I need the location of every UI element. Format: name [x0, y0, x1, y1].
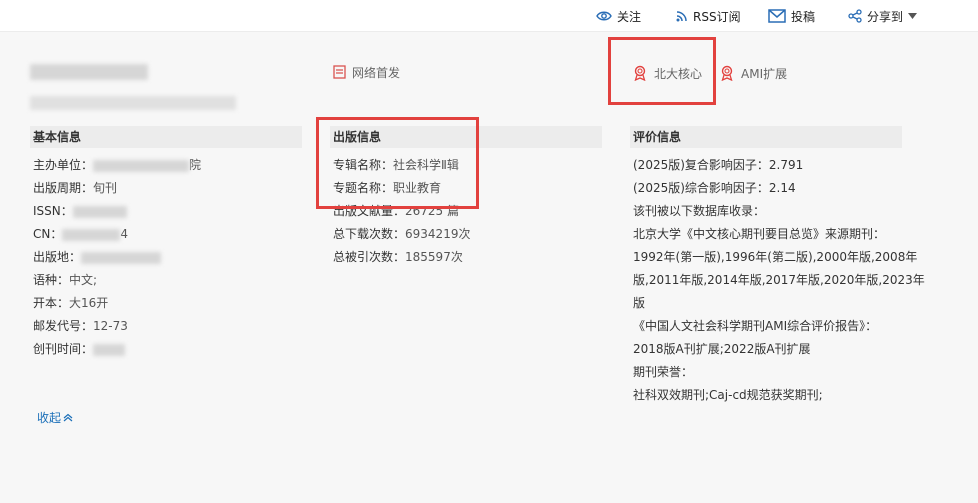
row-value: 4 — [120, 227, 128, 241]
eval-line: (2025版)综合影响因子：2.14 — [633, 181, 796, 195]
eval-line: 版,2011年版,2014年版,2017年版,2020年版,2023年 — [633, 273, 925, 287]
journal-subtitle-blurred — [30, 96, 236, 110]
basic-row-format: 开本：大16开 — [33, 294, 108, 312]
basic-row-period: 出版周期：旬刊 — [33, 179, 117, 197]
pub-row-count: 出版文献量：26725 篇 — [333, 202, 459, 220]
pku-core-badge: 北大核心 — [632, 64, 702, 82]
document-icon — [333, 65, 346, 79]
award-icon — [634, 65, 646, 81]
basic-row-cn: CN： 4 — [33, 225, 128, 243]
row-key: 语种： — [33, 273, 70, 287]
eval-line: 该刊被以下数据库收录： — [633, 204, 766, 218]
ami-ext-label: AMI扩展 — [741, 66, 788, 81]
pub-row-downloads: 总下载次数：6934219次 — [333, 225, 470, 243]
caret-down-icon — [908, 13, 918, 19]
row-key: 出版周期： — [33, 181, 94, 195]
envelope-icon — [768, 9, 786, 23]
eval-line: 北京大学《中文核心期刊要目总览》来源期刊： — [633, 227, 886, 241]
eval-line: 2018版A刊扩展;2022版A刊扩展 — [633, 342, 811, 356]
network-first-badge: 网络首发 — [333, 63, 400, 81]
issn-blurred — [72, 205, 127, 218]
eval-line: 社科双效期刊;Caj-cd规范获奖期刊; — [633, 388, 823, 402]
row-key: 出版文献量： — [333, 204, 406, 218]
row-value: 旬刊 — [93, 181, 118, 195]
basic-row-founded: 创刊时间： — [33, 340, 126, 358]
row-key: 专题名称： — [333, 181, 394, 195]
row-value: 26725 篇 — [405, 204, 460, 218]
row-key: 出版地： — [33, 250, 82, 264]
basic-info-title: 基本信息 — [33, 130, 82, 144]
pku-core-label: 北大核心 — [654, 66, 703, 81]
share-icon — [848, 9, 862, 23]
rss-button[interactable]: RSS订阅 — [676, 6, 741, 26]
basic-row-issn: ISSN： — [33, 202, 127, 220]
eval-line: 1992年(第一版),1996年(第二版),2000年版,2008年 — [633, 250, 918, 264]
place-blurred — [81, 251, 162, 264]
row-key: 邮发代号： — [33, 319, 94, 333]
eval-info-header: 评价信息 — [630, 126, 902, 148]
share-label: 分享到 — [867, 9, 904, 24]
row-value: 中文; — [69, 273, 98, 287]
row-key: 主办单位： — [33, 158, 94, 172]
row-key: ISSN： — [33, 204, 73, 218]
basic-row-language: 语种：中文; — [33, 271, 97, 289]
journal-title-blurred — [30, 64, 148, 80]
rss-label: RSS订阅 — [693, 9, 741, 24]
row-value: 185597次 — [405, 250, 463, 264]
row-value: 职业教育 — [393, 181, 442, 195]
network-first-label: 网络首发 — [352, 65, 401, 80]
row-key: 总被引次数： — [333, 250, 406, 264]
row-value: 12-73 — [93, 319, 128, 333]
pub-info-title: 出版信息 — [333, 130, 382, 144]
submit-label: 投稿 — [791, 9, 816, 24]
pub-row-topic: 专题名称：职业教育 — [333, 179, 441, 197]
eval-line: 期刊荣誉： — [633, 365, 694, 379]
row-value: 社会科学Ⅱ辑 — [393, 158, 459, 172]
row-key: 专辑名称： — [333, 158, 394, 172]
pub-info-header: 出版信息 — [330, 126, 602, 148]
double-chevron-up-icon — [63, 413, 73, 422]
share-button[interactable]: 分享到 — [848, 6, 918, 26]
row-key: 总下载次数： — [333, 227, 406, 241]
founded-blurred — [93, 343, 126, 356]
rss-icon — [676, 11, 687, 22]
eye-icon — [596, 11, 612, 21]
row-key: CN： — [33, 227, 63, 241]
toolbar-divider — [0, 31, 978, 32]
top-toolbar: 关注 RSS订阅 投稿 分享到 — [0, 0, 978, 32]
collapse-link[interactable]: 收起 — [37, 409, 73, 426]
award-icon — [721, 65, 733, 81]
ami-ext-badge: AMI扩展 — [719, 64, 787, 82]
row-key: 创刊时间： — [33, 342, 94, 356]
submit-button[interactable]: 投稿 — [768, 6, 815, 26]
pub-row-citations: 总被引次数：185597次 — [333, 248, 463, 266]
follow-label: 关注 — [617, 9, 642, 24]
basic-row-sponsor: 主办单位： 院 — [33, 156, 201, 174]
row-value: 院 — [189, 158, 202, 172]
follow-button[interactable]: 关注 — [596, 6, 641, 26]
basic-row-place: 出版地： — [33, 248, 162, 266]
cn-blurred — [62, 228, 121, 241]
basic-row-postal: 邮发代号：12-73 — [33, 317, 128, 335]
row-key: 开本： — [33, 296, 70, 310]
row-value: 6934219次 — [405, 227, 471, 241]
row-value: 大16开 — [69, 296, 109, 310]
eval-line: (2025版)复合影响因子：2.791 — [633, 158, 804, 172]
collapse-label: 收起 — [37, 411, 62, 425]
pub-row-album: 专辑名称：社会科学Ⅱ辑 — [333, 156, 459, 174]
basic-info-header: 基本信息 — [30, 126, 302, 148]
eval-line: 版 — [633, 296, 646, 310]
sponsor-blurred — [93, 159, 190, 172]
eval-line: 《中国人文社会科学期刊AMI综合评价报告》： — [633, 319, 878, 333]
eval-info-title: 评价信息 — [633, 130, 682, 144]
